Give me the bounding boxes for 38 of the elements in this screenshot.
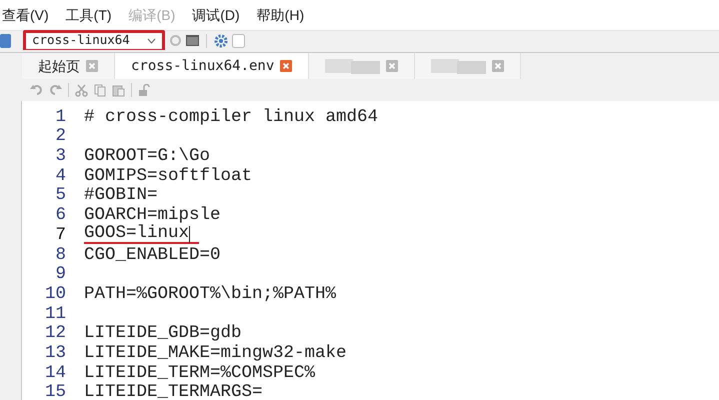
code-line: GOROOT=G:\Go [84, 145, 210, 167]
code-line: CGO_ENABLED=0 [84, 244, 221, 267]
menu-item[interactable]: 帮助(H) [256, 4, 304, 26]
code-line: #GOBIN= [84, 184, 158, 206]
undo-icon[interactable] [30, 84, 43, 96]
text-cursor [189, 226, 190, 244]
close-icon[interactable] [280, 60, 292, 72]
editor-tab[interactable]: cross-linux64.env [115, 53, 310, 79]
refresh-icon[interactable] [169, 34, 182, 47]
copy-icon[interactable] [94, 84, 106, 96]
paste-icon[interactable] [112, 84, 125, 96]
menu-item[interactable]: 查看(V) [2, 4, 49, 26]
code-line: GOOS=linux [84, 225, 200, 244]
editor-tab[interactable]: 起始页 [22, 53, 115, 79]
menu-item[interactable]: 工具(T) [66, 4, 112, 26]
code-line: LITEIDE_TERMARGS= [84, 381, 263, 400]
code-line: PATH=%GOROOT%\bin;%PATH% [84, 282, 336, 306]
code-line: LITEIDE_GDB=gdb [84, 322, 242, 344]
redo-icon[interactable] [49, 84, 62, 96]
blurred-label-drawing [431, 58, 486, 74]
line-number: 2 [54, 125, 66, 148]
close-icon[interactable] [492, 60, 504, 72]
code-line: GOMIPS=softfloat [84, 164, 252, 187]
gear-icon[interactable] [214, 34, 228, 48]
menu-item[interactable]: 调试(D) [192, 4, 240, 26]
checkbox-icon[interactable] [232, 34, 245, 48]
code-line: # cross-compiler linux amd64 [84, 106, 378, 129]
window-icon[interactable] [186, 35, 199, 46]
environment-dropdown[interactable]: cross-linux64 [23, 30, 165, 52]
lock-icon[interactable] [138, 84, 150, 96]
scissors-icon[interactable] [75, 84, 88, 96]
blurred-label-drawing [325, 58, 380, 74]
close-icon[interactable] [386, 60, 398, 72]
caret-icon[interactable] [147, 38, 156, 44]
line-number: 1 [54, 106, 66, 128]
close-icon[interactable] [86, 60, 98, 72]
go-logo-icon[interactable] [0, 34, 11, 48]
code-line: GOARCH=mipsle [84, 204, 221, 226]
